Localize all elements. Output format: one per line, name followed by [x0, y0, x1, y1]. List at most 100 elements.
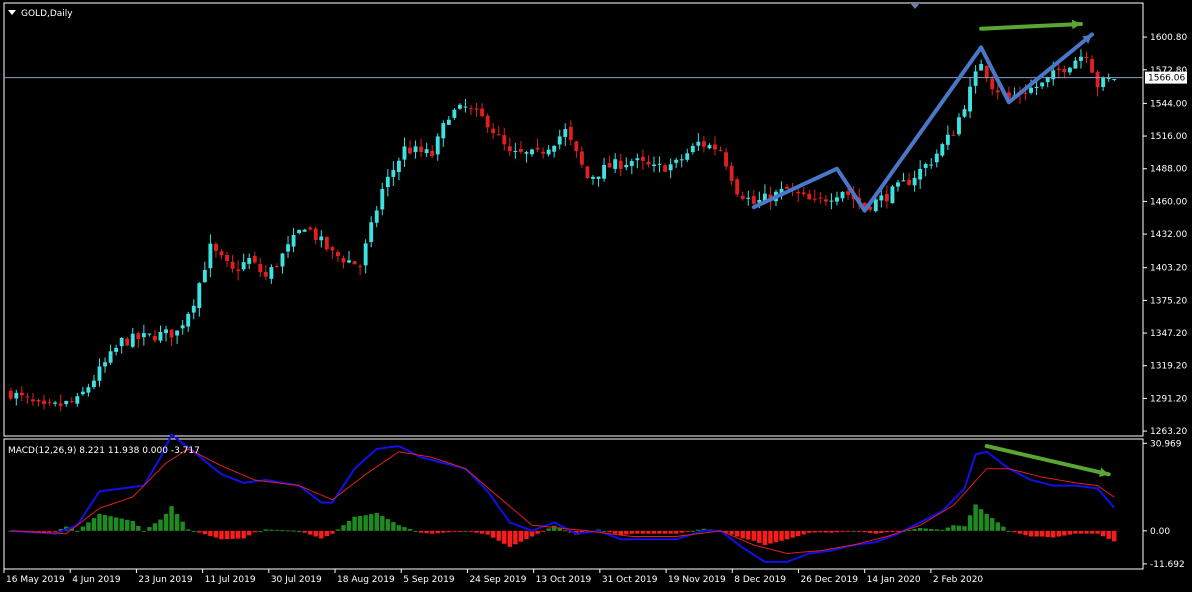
candle [940, 142, 945, 158]
histogram-bar [396, 525, 402, 531]
histogram-bar [1023, 530, 1028, 536]
candle [213, 241, 218, 258]
histogram-bar [1062, 530, 1067, 536]
candle [19, 386, 24, 402]
histogram-bar [1039, 530, 1045, 537]
macd-divergence-arrow [984, 444, 1111, 478]
time-tick-label: 5 Sep 2019 [403, 575, 455, 585]
histogram-bar [612, 530, 618, 534]
candle [208, 234, 213, 278]
candle [47, 398, 52, 407]
candle [840, 191, 845, 202]
histogram-bar [91, 518, 97, 531]
histogram-bar [124, 519, 130, 531]
candle [934, 149, 939, 168]
candle [64, 400, 69, 407]
triangle-down-icon[interactable] [8, 10, 16, 15]
histogram-bar [202, 530, 208, 535]
candle [568, 120, 573, 146]
candle [901, 172, 906, 182]
histogram-bar [640, 530, 646, 534]
histogram-bar [86, 522, 91, 531]
histogram-bar [685, 530, 690, 532]
candle [8, 388, 13, 401]
histogram-bar [136, 525, 141, 531]
candle [518, 141, 523, 154]
histogram-bar [740, 530, 745, 539]
price-axis: 1600.801572.801544.001516.001488.001460.… [1143, 33, 1187, 437]
candle [341, 255, 346, 269]
histogram-bar [962, 526, 967, 531]
histogram-bar [368, 514, 374, 531]
histogram-bar [535, 530, 540, 534]
candle [25, 392, 30, 404]
candle [740, 191, 745, 201]
histogram-bar [818, 530, 823, 533]
chart-title: GOLD,Daily [21, 9, 73, 19]
candle [452, 108, 457, 120]
histogram-bar [280, 530, 285, 532]
histogram-bar [274, 529, 280, 531]
chart-canvas: 1600.801572.801544.001516.001488.001460.… [3, 2, 1187, 585]
candle [80, 386, 85, 396]
histogram-bar [945, 527, 951, 531]
candle [191, 299, 196, 320]
candle [596, 176, 601, 187]
histogram-bar [463, 530, 468, 532]
price-panel[interactable] [4, 19, 1143, 412]
time-tick-label: 11 Jul 2019 [205, 575, 256, 585]
histogram-bar [1012, 530, 1017, 533]
histogram-bar [357, 516, 363, 531]
time-tick-label: 8 Dec 2019 [734, 575, 786, 585]
histogram-bar [657, 530, 662, 534]
histogram-bar [1067, 530, 1073, 535]
histogram-bar [346, 520, 352, 531]
candle [929, 158, 934, 169]
macd-tick-label: 30.969 [1150, 439, 1182, 449]
candle [674, 157, 679, 169]
candle [480, 103, 485, 118]
histogram-bar [890, 530, 895, 533]
candle [31, 392, 35, 406]
candle [652, 156, 656, 173]
candle [385, 168, 390, 197]
histogram-bar [762, 530, 768, 545]
candle [746, 190, 751, 206]
histogram-bar [651, 530, 657, 534]
candle [319, 230, 324, 248]
candle [979, 59, 984, 71]
histogram-bar [341, 525, 346, 531]
candle [36, 398, 41, 407]
candle [541, 147, 546, 159]
candle [103, 357, 107, 373]
histogram-bar [1112, 530, 1117, 542]
histogram-bar [513, 530, 518, 545]
candle [324, 236, 329, 252]
shift-marker-icon[interactable] [910, 3, 920, 9]
svg-text:1566.06: 1566.06 [1148, 74, 1185, 84]
histogram-bar [141, 530, 147, 532]
histogram-bar [47, 530, 52, 532]
candle [169, 329, 174, 346]
histogram-bar [984, 513, 989, 531]
histogram-bar [779, 530, 784, 541]
histogram-bar [807, 530, 812, 533]
histogram-bar [518, 530, 524, 542]
histogram-bar [856, 530, 862, 532]
candle [202, 261, 207, 283]
candle [363, 239, 368, 274]
histogram-bar [673, 530, 679, 534]
candle [563, 123, 568, 146]
current-price-badge: 1566.06 [1145, 71, 1187, 84]
candle [679, 154, 684, 168]
candle [624, 157, 629, 171]
candle [75, 392, 80, 407]
candle [396, 157, 401, 181]
histogram-bar [197, 530, 202, 533]
candle [701, 135, 706, 153]
candle [424, 142, 429, 158]
histogram-bar [441, 530, 446, 533]
candle [413, 140, 418, 159]
candle [335, 250, 340, 262]
histogram-bar [1084, 530, 1089, 534]
